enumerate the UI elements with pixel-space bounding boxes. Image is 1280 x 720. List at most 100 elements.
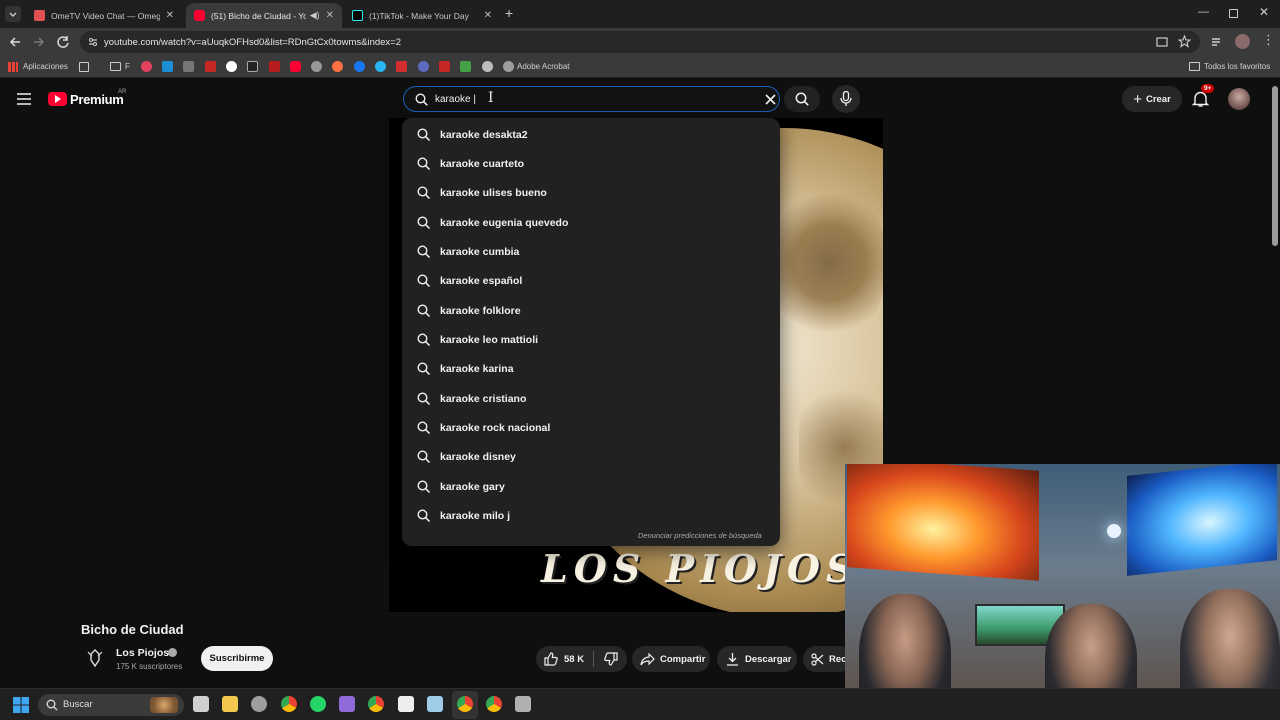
clear-search-icon[interactable]	[765, 94, 776, 105]
new-tab-button[interactable]: +	[505, 5, 513, 21]
voice-search-button[interactable]	[832, 85, 860, 113]
tab-search-button[interactable]	[5, 6, 21, 22]
back-arrow-icon[interactable]	[8, 35, 22, 49]
channel-avatar[interactable]	[82, 645, 108, 671]
suggestion-item[interactable]: karaoke cristiano	[402, 384, 780, 413]
suggestion-item[interactable]: karaoke gary	[402, 472, 780, 501]
address-bar[interactable]: youtube.com/watch?v=aUuqkOFHsd0&list=RDn…	[80, 31, 1200, 53]
suggestion-item[interactable]: karaoke eugenia quevedo	[402, 208, 780, 237]
bookmark-star-icon[interactable]	[1178, 35, 1191, 48]
install-app-icon[interactable]	[1156, 36, 1168, 48]
taskbar-search[interactable]: Buscar	[38, 694, 184, 716]
bookmark-globe-icon[interactable]	[311, 61, 322, 72]
speaker-icon[interactable]: ◀)	[310, 10, 320, 21]
share-icon	[640, 652, 655, 665]
app-tool-icon[interactable]	[515, 696, 531, 712]
suggestion-item[interactable]: karaoke cumbia	[402, 237, 780, 266]
app-purple-icon[interactable]	[339, 696, 355, 712]
hamburger-menu-icon[interactable]	[17, 93, 31, 105]
profile-avatar[interactable]	[1235, 34, 1250, 49]
tab-ometv[interactable]: OmeTV Video Chat — Omegle ✕	[26, 3, 182, 28]
subscribe-label: Suscribirme	[209, 653, 265, 664]
bookmark-google-icon[interactable]	[226, 61, 237, 72]
close-tab-icon[interactable]: ✕	[166, 10, 174, 21]
bookmark-mail-icon[interactable]	[396, 61, 407, 72]
bookmark-apps[interactable]: Aplicaciones	[23, 62, 68, 71]
tab-youtube[interactable]: (51) Bicho de Ciudad - YouT ◀) ✕	[186, 3, 342, 28]
bookmark-green-icon[interactable]	[460, 61, 471, 72]
close-tab-icon[interactable]: ✕	[484, 10, 492, 21]
task-view-icon[interactable]	[193, 696, 209, 712]
dislike-button[interactable]	[596, 646, 626, 672]
search-icon	[417, 450, 431, 464]
close-tab-icon[interactable]: ✕	[326, 10, 334, 21]
webcam-lamp	[1107, 524, 1121, 538]
bookmark-chat-icon[interactable]	[375, 61, 386, 72]
page-scrollbar[interactable]	[1272, 86, 1278, 246]
channel-name[interactable]: Los Piojos	[116, 647, 169, 659]
youtube-logo[interactable]: Premium	[48, 92, 124, 107]
chrome-icon[interactable]	[281, 696, 297, 712]
report-predictions-link[interactable]: Denunciar predicciones de búsqueda	[638, 531, 762, 540]
folder-icon	[110, 62, 121, 71]
notifications-button[interactable]: 9+	[1191, 84, 1215, 110]
bookmark-person-icon[interactable]	[482, 61, 493, 72]
suggestion-item[interactable]: karaoke milo j	[402, 501, 780, 530]
video-title: Bicho de Ciudad	[81, 622, 184, 637]
bookmark-ff-icon[interactable]	[439, 61, 450, 72]
chrome-icon[interactable]	[368, 696, 384, 712]
bookmark-ip-icon[interactable]	[247, 61, 258, 72]
suggestion-item[interactable]: karaoke leo mattioli	[402, 325, 780, 354]
tab-groups-icon[interactable]	[79, 62, 89, 72]
search-button[interactable]	[784, 86, 820, 112]
bookmark-pdf-icon[interactable]	[205, 61, 216, 72]
bookmarks-bar: Aplicaciones F Adobe Acrobat Todos los f…	[0, 56, 1280, 78]
app-window-icon[interactable]	[427, 696, 443, 712]
download-button[interactable]: Descargar	[717, 646, 797, 672]
create-button[interactable]: + Crear	[1122, 86, 1182, 112]
capcut-icon[interactable]	[398, 696, 414, 712]
bookmark-red-icon[interactable]	[141, 61, 152, 72]
share-button[interactable]: Compartir	[632, 646, 710, 672]
forward-arrow-icon[interactable]	[32, 35, 46, 49]
avatar[interactable]	[1228, 88, 1250, 110]
like-button[interactable]: 58 K	[536, 646, 592, 672]
whatsapp-icon[interactable]	[310, 696, 326, 712]
file-explorer-icon[interactable]	[222, 696, 238, 712]
bookmark-youtube-icon[interactable]	[290, 61, 301, 72]
subscribe-button[interactable]: Suscribirme	[201, 646, 273, 671]
tab-tiktok[interactable]: (1)TikTok - Make Your Day ✕	[344, 3, 500, 28]
media-controls-icon[interactable]	[1210, 35, 1224, 49]
suggestion-item[interactable]: karaoke ulises bueno	[402, 178, 780, 207]
webcam-overlay	[845, 464, 1280, 720]
bookmark-w-icon[interactable]	[418, 61, 429, 72]
suggestion-item[interactable]: karaoke folklore	[402, 296, 780, 325]
site-info-icon[interactable]	[87, 36, 99, 48]
restore-button[interactable]	[1229, 9, 1238, 18]
bookmark-adobe[interactable]: Adobe Acrobat	[517, 62, 569, 71]
chrome-profile-icon[interactable]	[486, 696, 502, 712]
browser-menu-icon[interactable]: ⋮	[1262, 32, 1275, 48]
suggestion-item[interactable]: karaoke cuarteto	[402, 149, 780, 178]
suggestion-item[interactable]: karaoke rock nacional	[402, 413, 780, 442]
bookmark-facebook-icon[interactable]	[354, 61, 365, 72]
bookmark-grid-icon[interactable]	[183, 61, 194, 72]
suggestion-item[interactable]: karaoke disney	[402, 442, 780, 471]
chrome-active-icon[interactable]	[457, 696, 473, 712]
close-window-button[interactable]: ✕	[1259, 5, 1269, 19]
bookmark-all-favorites[interactable]: Todos los favoritos	[1204, 62, 1270, 71]
bookmark-v-icon[interactable]	[162, 61, 173, 72]
windows-start-icon[interactable]	[13, 697, 29, 713]
steam-icon[interactable]	[251, 696, 267, 712]
minimize-button[interactable]: —	[1198, 6, 1209, 18]
bookmark-folder-f[interactable]: F	[125, 62, 130, 71]
search-icon	[417, 186, 431, 200]
suggestion-item[interactable]: karaoke español	[402, 266, 780, 295]
search-input[interactable]: karaoke |	[435, 94, 476, 105]
suggestion-item[interactable]: karaoke desakta2	[402, 120, 780, 149]
reload-icon[interactable]	[56, 35, 70, 49]
search-box[interactable]: karaoke | I	[403, 86, 780, 112]
bookmark-fire-icon[interactable]	[332, 61, 343, 72]
suggestion-item[interactable]: karaoke karina	[402, 354, 780, 383]
bookmark-game-icon[interactable]	[269, 61, 280, 72]
